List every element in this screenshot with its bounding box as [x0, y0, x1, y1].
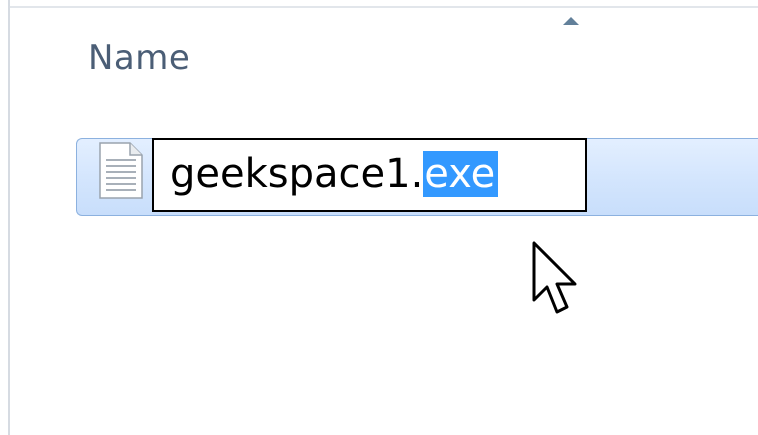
rename-input[interactable]: geekspace1.exe [152, 138, 587, 212]
pane-border [8, 0, 10, 435]
filename-base: geekspace1. [170, 151, 424, 197]
filename-extension-selection: exe [423, 151, 499, 197]
text-document-icon [99, 142, 143, 199]
header-divider [10, 6, 758, 8]
column-header-name[interactable]: Name [88, 38, 190, 78]
mouse-pointer-icon [532, 241, 577, 314]
sort-ascending-icon[interactable] [563, 17, 579, 25]
file-list-pane: Name geekspace1.exe [0, 0, 758, 435]
